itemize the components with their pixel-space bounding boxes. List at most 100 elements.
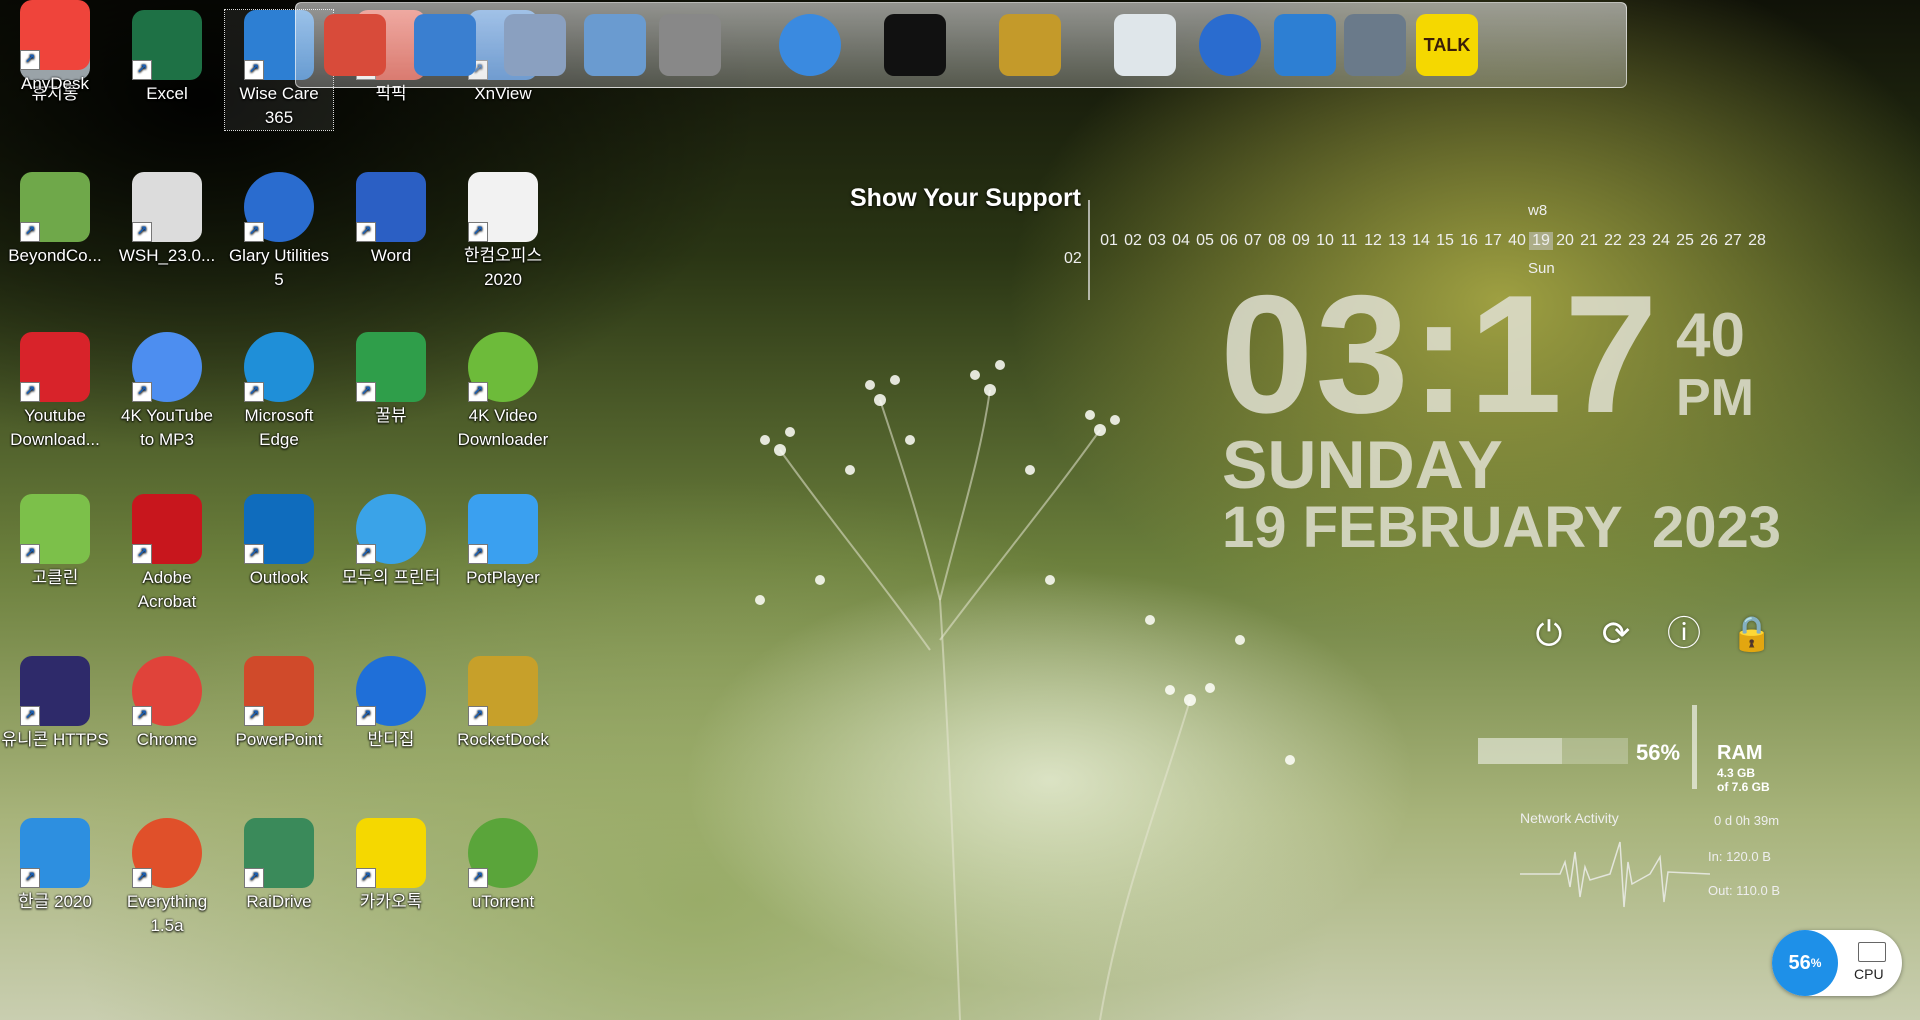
- calendar-day: 06: [1220, 232, 1238, 249]
- xnview-dock-icon[interactable]: [496, 9, 574, 81]
- calendar-day: 22: [1604, 232, 1622, 249]
- wise-dock-icon[interactable]: [1266, 9, 1344, 81]
- desktop-icon[interactable]: ↗ 한글 2020: [1, 818, 109, 914]
- desktop-icon[interactable]: ↗ Outlook: [225, 494, 333, 590]
- 4k-video-downloader-icon: ↗: [468, 332, 538, 402]
- shortcut-arrow-icon: ↗: [20, 544, 40, 564]
- desktop-icon[interactable]: ↗ Everything 1.5a: [113, 818, 221, 938]
- desktop-icon[interactable]: ↗ AnyDesk: [1, 0, 109, 96]
- desktop-icon[interactable]: ↗ 반디집: [337, 656, 445, 752]
- registry-dock-icon[interactable]: [1336, 9, 1414, 81]
- calendar-day: 15: [1436, 232, 1454, 249]
- desktop-icon-label: Glary Utilities 5: [228, 246, 330, 289]
- shortcut-arrow-icon: ↗: [356, 706, 376, 726]
- calendar-day: 20: [1556, 232, 1574, 249]
- world-globe-dock-icon[interactable]: [771, 9, 849, 81]
- lock-icon[interactable]: 🔒: [1730, 612, 1774, 656]
- desktop-icon[interactable]: ↗ Adobe Acrobat: [113, 494, 221, 614]
- desktop-icon[interactable]: ↗ BeyondCo...: [1, 172, 109, 268]
- restart-icon[interactable]: ⟳: [1594, 612, 1638, 656]
- desktop-icon[interactable]: ↗ Youtube Download...: [1, 332, 109, 452]
- desktop-icon-label: AnyDesk: [20, 74, 90, 93]
- desktop-icon[interactable]: ↗ Microsoft Edge: [225, 332, 333, 452]
- calendar-day: 28: [1748, 232, 1766, 249]
- calendar-divider: [1088, 200, 1090, 300]
- desktop-icon-label: WSH_23.0...: [118, 246, 216, 265]
- kakaotalk-dock-icon[interactable]: TALK: [1408, 9, 1486, 81]
- excel-icon: ↗: [132, 10, 202, 80]
- desktop-icon[interactable]: ↗ Excel: [113, 10, 221, 106]
- desktop-icon[interactable]: ↗ 한컴오피스 2020: [449, 172, 557, 292]
- desktop-icon[interactable]: ↗ 4K Video Downloader: [449, 332, 557, 452]
- hammer-dock-icon[interactable]: [991, 9, 1069, 81]
- desktop-icon[interactable]: ↗ RaiDrive: [225, 818, 333, 914]
- desktop-icon[interactable]: ↗ WSH_23.0...: [113, 172, 221, 268]
- disc-file-icon: ↗: [132, 172, 202, 242]
- glary-dock-icon[interactable]: [1191, 9, 1269, 81]
- ram-divider: [1692, 705, 1697, 789]
- shortcut-arrow-icon: ↗: [132, 868, 152, 888]
- outlook-icon: ↗: [244, 494, 314, 564]
- desktop-icon[interactable]: ↗ Word: [337, 172, 445, 268]
- desktop-icon[interactable]: ↗ 4K YouTube to MP3: [113, 332, 221, 452]
- desktop-icon[interactable]: ↗ 모두의 프린터: [337, 494, 445, 590]
- shortcut-arrow-icon: ↗: [20, 382, 40, 402]
- network-activity-title: Network Activity: [1520, 810, 1619, 826]
- hibernate-icon[interactable]: ⓘ: [1662, 612, 1706, 656]
- shortcut-arrow-icon: ↗: [244, 706, 264, 726]
- picpick-dock-icon[interactable]: [316, 9, 394, 81]
- calendar-day: 26: [1700, 232, 1718, 249]
- desktop-icon[interactable]: ↗ uTorrent: [449, 818, 557, 914]
- tshirt-dock-icon[interactable]: [876, 9, 954, 81]
- cpu-widget[interactable]: 56% CPU: [1772, 930, 1902, 996]
- desktop-icon-label: Youtube Download...: [10, 406, 100, 449]
- desktop-icon-label: Adobe Acrobat: [137, 568, 197, 611]
- calendar-week-number: w8: [1528, 202, 1548, 219]
- calendar-day: 25: [1676, 232, 1694, 249]
- desktop-icon-label: Excel: [146, 84, 188, 103]
- shortcut-arrow-icon: ↗: [244, 868, 264, 888]
- desktop-icon[interactable]: ↗ Chrome: [113, 656, 221, 752]
- goclean-icon: ↗: [20, 494, 90, 564]
- shortcut-arrow-icon: ↗: [356, 382, 376, 402]
- rocketdock-icon: ↗: [468, 656, 538, 726]
- clock-year: 2023: [1652, 495, 1782, 560]
- desktop-icon[interactable]: ↗ Glary Utilities 5: [225, 172, 333, 292]
- power-icon[interactable]: ⏻: [1527, 612, 1571, 656]
- network-in: In: 120.0 B: [1708, 849, 1771, 864]
- desktop-icon-label: 꿀뷰: [375, 406, 407, 425]
- desktop-icon[interactable]: ↗ 유니콘 HTTPS: [1, 656, 109, 752]
- calendar-day: 11: [1340, 232, 1358, 249]
- recycle-bin-dock-icon[interactable]: [1106, 9, 1184, 81]
- clock-time: 03:17: [1220, 260, 1660, 448]
- folders-dock-icon[interactable]: [576, 9, 654, 81]
- powerpoint-icon: ↗: [244, 656, 314, 726]
- calendar-day: 21: [1580, 232, 1598, 249]
- globe-dock-icon[interactable]: [406, 9, 484, 81]
- cpu-percent-unit: %: [1810, 956, 1822, 970]
- desktop-icon[interactable]: ↗ PowerPoint: [225, 656, 333, 752]
- shortcut-arrow-icon: ↗: [20, 706, 40, 726]
- calendar-day: 17: [1484, 232, 1502, 249]
- calendar-day: 09: [1292, 232, 1310, 249]
- cpu-label: CPU: [1854, 966, 1884, 982]
- desktop-icon[interactable]: ↗ RocketDock: [449, 656, 557, 752]
- desktop-icon-label: RaiDrive: [246, 892, 312, 911]
- desktop-icon-label: Everything 1.5a: [126, 892, 208, 935]
- desktop-icon[interactable]: ↗ 꿀뷰: [337, 332, 445, 428]
- calendar-days: 01 02 03 04 05 06 07 08 09 10 11 12 13 14 15 16 17 40 19 20…: [1097, 232, 1769, 250]
- desktop-icon-label: Wise Care 365: [239, 84, 319, 127]
- desktop-icon[interactable]: ↗ 고클린: [1, 494, 109, 590]
- desktop-icon[interactable]: ↗ PotPlayer: [449, 494, 557, 590]
- tools-dock-icon-glyph: [659, 14, 721, 76]
- registry-dock-icon-glyph: [1344, 14, 1406, 76]
- desktop-icon-label: 고클린: [31, 568, 79, 587]
- desktop-icon-label: 4K YouTube to MP3: [120, 406, 213, 449]
- desktop-icon[interactable]: ↗ 카카오톡: [337, 818, 445, 914]
- desktop-icon-label: Chrome: [136, 730, 198, 749]
- calendar-day: 01: [1100, 232, 1118, 249]
- tshirt-dock-icon-glyph: [884, 14, 946, 76]
- tools-dock-icon[interactable]: [651, 9, 729, 81]
- calendar-day: 19: [1529, 232, 1553, 250]
- ram-label: RAM: [1717, 742, 1763, 764]
